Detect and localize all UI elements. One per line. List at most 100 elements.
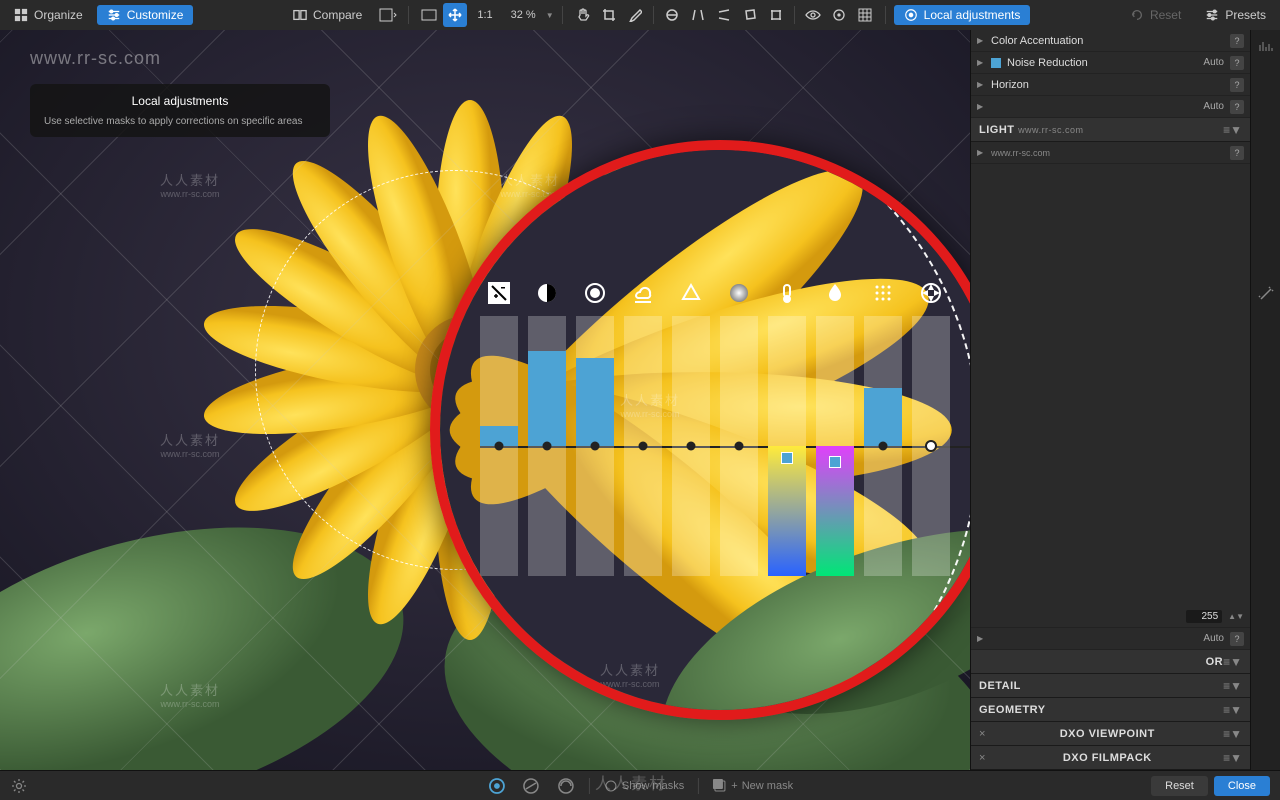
menu-icon[interactable]: ≡▼: [1223, 727, 1242, 741]
undo-icon: [1130, 8, 1144, 22]
triangle-icon: ▶: [977, 36, 985, 45]
exposure-icon[interactable]: [480, 280, 518, 306]
settings-button[interactable]: [10, 777, 28, 795]
panel-row-auto2[interactable]: ▶Auto?: [971, 628, 1250, 650]
fit-button[interactable]: [417, 3, 441, 27]
graduated-tool[interactable]: [521, 776, 541, 796]
presets-button[interactable]: Presets: [1195, 5, 1276, 25]
crop-tool[interactable]: [597, 3, 621, 27]
perspective-h-icon: [717, 8, 731, 22]
reset-button[interactable]: Reset: [1120, 5, 1191, 25]
triangle-icon: ▶: [977, 102, 985, 111]
help-icon[interactable]: ?: [1230, 146, 1244, 160]
triangle-icon: ▶: [977, 634, 985, 643]
close-icon[interactable]: ×: [979, 752, 985, 764]
eq-slot-vibrancy[interactable]: [672, 316, 710, 576]
eq-slot-tint[interactable]: [816, 316, 854, 576]
section-or[interactable]: OR≡▼: [971, 650, 1250, 674]
preview-tool[interactable]: [801, 3, 825, 27]
tooltip-body: Use selective masks to apply corrections…: [44, 116, 316, 127]
help-icon[interactable]: ?: [1230, 34, 1244, 48]
bottom-close-button[interactable]: Close: [1214, 776, 1270, 796]
layout-dropdown[interactable]: [376, 3, 400, 27]
blur-icon[interactable]: [864, 280, 902, 306]
perspective-h-tool[interactable]: [712, 3, 736, 27]
eq-slot-blur[interactable]: [864, 316, 902, 576]
zoom-percent[interactable]: 32 %: [503, 6, 544, 24]
menu-icon[interactable]: ≡▼: [1223, 703, 1242, 717]
local-adjustments-button[interactable]: Local adjustments: [894, 5, 1031, 25]
enabled-indicator[interactable]: [991, 58, 1001, 68]
eq-slot-saturation[interactable]: [720, 316, 758, 576]
sharpness-icon[interactable]: [912, 280, 950, 306]
move-button[interactable]: [443, 3, 467, 27]
rectangle-icon: [743, 8, 757, 22]
eq-slot-micro[interactable]: [576, 316, 614, 576]
compare-icon: [293, 8, 307, 22]
canvas-area[interactable]: www.rr-sc.com Local adjustments Use sele…: [0, 30, 970, 770]
section-light[interactable]: LIGHT www.rr-sc.com≡▼: [971, 118, 1250, 142]
fit-icon: [421, 9, 437, 21]
menu-icon[interactable]: ≡▼: [1223, 751, 1242, 765]
eq-slot-sharpness[interactable]: [912, 316, 950, 576]
eq-slot-contrast[interactable]: [528, 316, 566, 576]
chevron-down-icon[interactable]: ▼: [546, 11, 554, 20]
brush-tool[interactable]: [555, 776, 575, 796]
eyedropper-icon: [628, 8, 642, 22]
micro-contrast-icon[interactable]: [576, 280, 614, 306]
target-icon: [832, 8, 846, 22]
bottom-reset-button[interactable]: Reset: [1151, 776, 1208, 796]
panel-value-255[interactable]: 255▲▼: [971, 606, 1250, 628]
eq-slot-exposure[interactable]: [480, 316, 518, 576]
move-icon: [448, 8, 462, 22]
show-masks-toggle[interactable]: Show masks: [604, 779, 684, 793]
new-mask-button[interactable]: +New mask: [713, 779, 793, 793]
panel-row-color-accent[interactable]: ▶Color Accentuation?: [971, 30, 1250, 52]
panel-row-noise[interactable]: ▶Noise ReductionAuto?: [971, 52, 1250, 74]
saturation-icon[interactable]: [720, 280, 758, 306]
tint-icon[interactable]: [816, 280, 854, 306]
panel-row-horizon[interactable]: ▶Horizon?: [971, 74, 1250, 96]
zoom-group: 1:1 32 % ▼: [417, 3, 553, 27]
panel-row-auto[interactable]: ▶Auto?: [971, 96, 1250, 118]
eyedropper-tool[interactable]: [623, 3, 647, 27]
equalizer-icons: [480, 280, 970, 306]
help-icon[interactable]: ?: [1230, 78, 1244, 92]
menu-icon[interactable]: ≡▼: [1223, 679, 1242, 693]
clearview-icon[interactable]: [624, 280, 662, 306]
stepper-icon[interactable]: ▲▼: [1228, 612, 1244, 621]
tools-group: [571, 3, 877, 27]
section-geometry[interactable]: GEOMETRY≡▼: [971, 698, 1250, 722]
customize-tab[interactable]: Customize: [97, 5, 194, 25]
info-tool[interactable]: [827, 3, 851, 27]
8point-tool[interactable]: [764, 3, 788, 27]
help-icon[interactable]: ?: [1230, 100, 1244, 114]
eq-slot-warmth[interactable]: [768, 316, 806, 576]
zoom-1to1[interactable]: 1:1: [469, 6, 500, 24]
histogram-icon[interactable]: [1256, 36, 1276, 56]
panel-row-sub[interactable]: ▶www.rr-sc.com?: [971, 142, 1250, 164]
equalizer-bars[interactable]: [480, 316, 970, 576]
close-icon[interactable]: ×: [979, 728, 985, 740]
section-detail[interactable]: DETAIL≡▼: [971, 674, 1250, 698]
perspective-v-tool[interactable]: [686, 3, 710, 27]
eq-slot-clearview[interactable]: [624, 316, 662, 576]
section-filmpack[interactable]: ×DXO FILMPACK≡▼: [971, 746, 1250, 770]
organize-tab[interactable]: Organize: [4, 5, 93, 25]
wand-icon[interactable]: [1256, 284, 1276, 304]
rectangle-tool[interactable]: [738, 3, 762, 27]
menu-icon[interactable]: ≡▼: [1223, 123, 1242, 137]
warmth-icon[interactable]: [768, 280, 806, 306]
vibrancy-icon[interactable]: [672, 280, 710, 306]
hand-tool[interactable]: [571, 3, 595, 27]
control-point-tool[interactable]: [487, 776, 507, 796]
section-viewpoint[interactable]: ×DXO VIEWPOINT≡▼: [971, 722, 1250, 746]
help-icon[interactable]: ?: [1230, 56, 1244, 70]
grid-tool[interactable]: [853, 3, 877, 27]
help-icon[interactable]: ?: [1230, 632, 1244, 646]
contrast-icon[interactable]: [528, 280, 566, 306]
horizon-tool[interactable]: [660, 3, 684, 27]
compare-button[interactable]: Compare: [283, 5, 372, 25]
tooltip-title: Local adjustments: [44, 94, 316, 108]
menu-icon[interactable]: ≡▼: [1223, 655, 1242, 669]
